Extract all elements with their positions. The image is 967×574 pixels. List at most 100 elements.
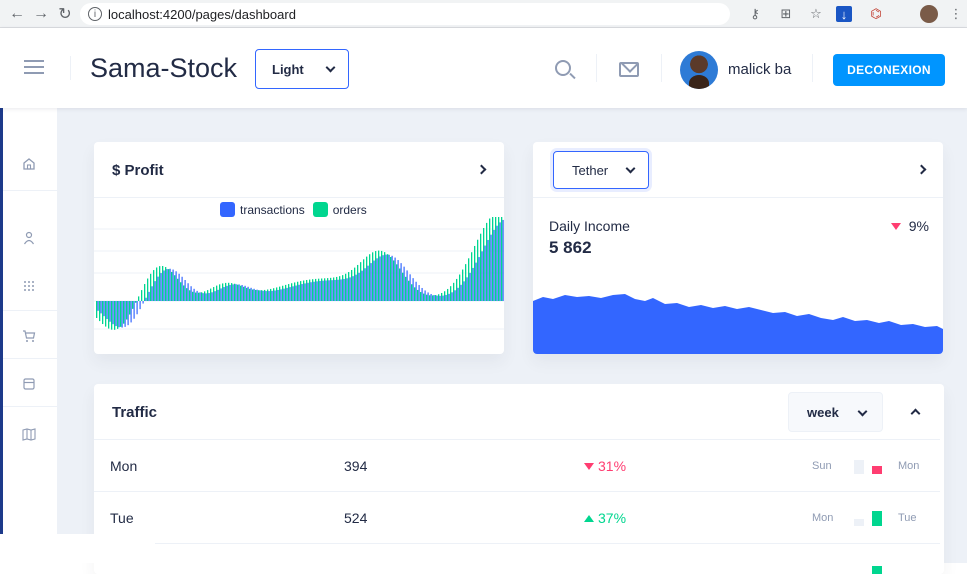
orders-bar [135,301,137,303]
transactions-bar [328,280,330,301]
sidebar-divider [0,358,58,359]
income-area-chart [533,294,943,354]
transactions-bar [169,268,171,301]
period-select-value: week [807,404,839,420]
orders-bar [243,286,245,301]
transactions-bar [115,301,117,327]
forward-arrow-icon[interactable]: → [30,3,52,25]
orders-bar [177,278,179,301]
orders-bar [183,285,185,301]
brand-title[interactable]: Sama-Stock [90,53,237,84]
transactions-bar [457,287,459,301]
transactions-bar [379,256,381,301]
orders-bar [465,264,467,301]
sidebar-item-home[interactable] [0,140,58,188]
search-icon[interactable] [555,60,571,76]
transactions-bar [148,291,150,301]
orders-bar [105,301,107,327]
menu-toggle-icon[interactable] [24,60,44,74]
key-icon[interactable]: ⚷ [745,4,765,24]
orders-bar [489,218,491,301]
orders-bar [144,284,146,301]
orders-bar [306,279,308,301]
transactions-bar [448,293,450,301]
transactions-bar [274,290,276,301]
sidebar-item-map[interactable] [0,410,58,458]
orders-bar [189,290,191,301]
orders-bar [219,284,221,301]
star-icon[interactable]: ☆ [806,4,826,24]
orders-bar [132,301,134,309]
transactions-bar [166,269,168,301]
transactions-bar [469,272,471,301]
chevron-up-icon[interactable] [910,408,921,419]
transactions-bar [313,281,315,301]
orders-bar [126,301,128,320]
orders-bar [273,288,275,301]
reload-icon[interactable]: ↻ [54,3,76,25]
back-arrow-icon[interactable]: ← [6,3,28,25]
legend-swatch-orders [312,202,328,217]
transactions-bar [190,286,192,301]
traffic-compare-bars [854,454,890,474]
profile-avatar-icon[interactable] [920,5,938,23]
logout-button[interactable]: DECONEXION [833,54,945,86]
orders-bar [435,295,437,301]
sidebar-item-cart[interactable] [0,312,58,360]
orders-bar [246,287,248,301]
orders-bar [153,270,155,301]
traffic-day: Tue [110,510,134,526]
pdf-extension-icon[interactable]: ⌬ [866,4,886,24]
sidebar-item-person[interactable] [0,214,58,262]
translate-icon[interactable]: ⊞ [776,4,796,24]
orders-bar [168,269,170,301]
user-name[interactable]: malick ba [728,61,791,78]
orders-bar [414,287,416,301]
orders-bar [381,250,383,301]
transactions-bar [439,295,441,301]
chevron-right-icon[interactable] [916,164,927,175]
mail-icon[interactable] [619,62,639,77]
chevron-down-icon [625,163,636,174]
sidebar-item-grid[interactable] [0,262,58,310]
period-select[interactable]: week [788,392,883,432]
transactions-bar [481,251,483,301]
orders-bar [276,287,278,301]
transactions-bar [304,283,306,301]
orders-bar [141,290,143,301]
orders-bar [372,252,374,301]
orders-bar [468,258,470,301]
transactions-bar [238,284,240,301]
orders-bar [201,292,203,301]
income-label: Daily Income [549,218,630,234]
orders-bar [426,294,428,301]
info-icon[interactable]: i [88,7,102,21]
chevron-right-icon[interactable] [476,164,487,175]
transactions-bar [475,262,477,301]
avatar[interactable] [680,51,718,89]
theme-select[interactable]: Light [255,49,349,89]
transactions-bar [265,291,267,301]
header-divider [596,54,597,82]
sidebar-item-browser[interactable] [0,360,58,408]
arrow-down-icon [584,462,594,470]
orders-bar [483,228,485,301]
transactions-bar [397,260,399,301]
transactions-bar [106,301,108,320]
transactions-bar [331,280,333,301]
orders-bar [360,262,362,301]
orders-bar [405,276,407,301]
orders-bar [312,279,314,301]
currency-select-value: Tether [572,162,609,178]
address-bar[interactable]: i localhost:4200/pages/dashboard [80,3,730,25]
transactions-bar [241,284,243,301]
orders-bar [270,288,272,301]
transactions-bar [277,289,279,301]
currency-select[interactable]: Tether [553,151,649,189]
orders-bar [459,274,461,301]
download-extension-icon[interactable]: ↓ [836,6,852,22]
orders-bar [432,295,434,301]
orders-bar [366,256,368,301]
grid-icon [24,281,34,291]
more-menu-icon[interactable]: ⋮ [946,4,966,24]
